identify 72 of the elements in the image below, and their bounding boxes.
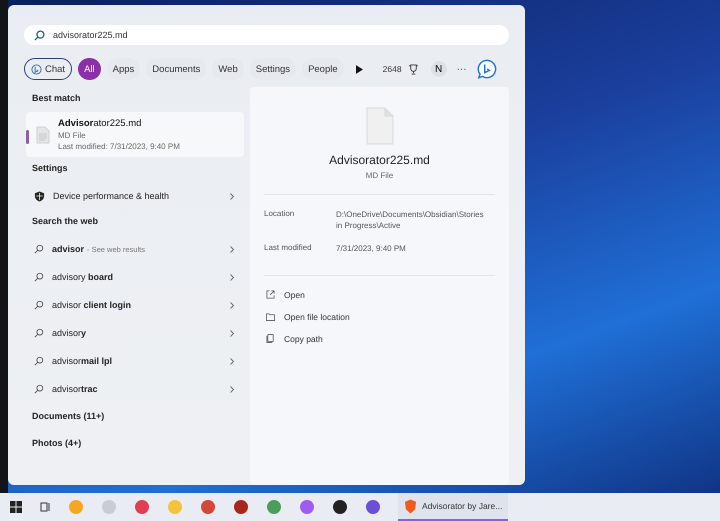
chevron-icon [230,330,234,336]
chevron-icon [230,274,234,280]
shield-icon [34,190,45,202]
app-circle-icon[interactable] [233,499,249,515]
web-result[interactable]: advisormail lpl [24,347,244,375]
more-button[interactable]: ··· [456,64,467,74]
filter-tab[interactable]: Settings [250,58,296,80]
avatar[interactable]: N [430,61,447,77]
taskbar-window-button[interactable]: Advisorator by Jare... [398,493,508,521]
search-icon [34,30,45,41]
detail-label: Last modified [264,243,313,254]
app-circle-icon[interactable] [134,499,150,515]
preview-type: MD File [366,171,394,180]
best-match-item[interactable]: Advisorator225.md MD File Last modified: 7/31/2023, 9:40 PM [26,112,244,157]
search-suggestion: advisormail lpl [52,356,112,366]
task-view-icon[interactable] [39,501,51,513]
copy-icon [266,334,275,344]
chevron-icon [230,386,234,392]
section-heading: Settings [31,162,69,175]
web-result[interactable]: advisory board [24,263,244,291]
rewards-points[interactable]: 2648 [382,64,402,74]
open-external-icon [266,290,275,300]
last-modified: Last modified: 7/31/2023, 9:40 PM [58,142,180,151]
search-icon [34,328,44,338]
web-result[interactable]: advisory [24,319,244,347]
filter-tab[interactable]: Web [212,58,244,80]
search-icon [34,356,44,366]
result-group[interactable]: Documents (11+) [24,403,244,430]
file-action[interactable]: Copy path [262,328,497,350]
section-heading: Best match [31,92,82,105]
web-result[interactable]: advisortrac [24,375,244,403]
result-group[interactable]: Photos (4+) [24,430,244,457]
settings-result[interactable]: Device performance & health [24,182,244,210]
search-icon [34,384,44,394]
detail-value: 7/31/2023, 9:40 PM [336,243,407,255]
file-action[interactable]: Open [262,284,497,306]
play-icon[interactable] [356,64,363,74]
file-type: MD File [58,131,87,140]
search-suggestion: advisortrac [52,384,98,394]
filter-tab[interactable]: People [302,58,344,80]
search-suggestion: advisory board [52,272,114,282]
result-label: Device performance & health [53,191,170,201]
file-action[interactable]: Open file location [262,306,497,328]
bing-icon [31,64,42,74]
search-icon [34,244,44,254]
chat-button[interactable]: Chat [24,58,72,80]
trophy-icon [408,64,419,74]
search-field[interactable]: advisorator225.md [24,25,509,45]
chevron-icon [230,302,234,308]
preview-title: Advisorator225.md [329,153,430,167]
filter-tab[interactable]: Apps [106,58,140,80]
file-icon [36,126,50,144]
search-icon [34,272,44,282]
filter-tab[interactable]: All [78,58,101,80]
file-icon [366,107,394,145]
bing-chat-icon[interactable] [476,59,497,79]
chevron-icon [230,192,234,200]
web-result[interactable]: advisor client login [24,291,244,319]
windows-icon[interactable] [10,501,22,513]
detail-value: D:\OneDrive\Documents\Obsidian\Stories in Progress\Active [336,209,485,232]
search-suggestion: advisor [52,244,84,254]
search-suggestion: advisor client login [52,300,132,310]
app-circle-icon[interactable] [299,499,315,515]
search-suggestion: advisory [52,328,86,338]
search-icon [34,300,44,310]
chevron-icon [230,358,234,364]
lion-shield-icon [404,498,417,514]
section-heading: Search the web [31,215,100,228]
file-name: Advisorator225.md [58,118,142,129]
chevron-icon [230,246,234,252]
detail-label: Location [264,209,296,220]
filter-tab[interactable]: Documents [146,58,206,80]
